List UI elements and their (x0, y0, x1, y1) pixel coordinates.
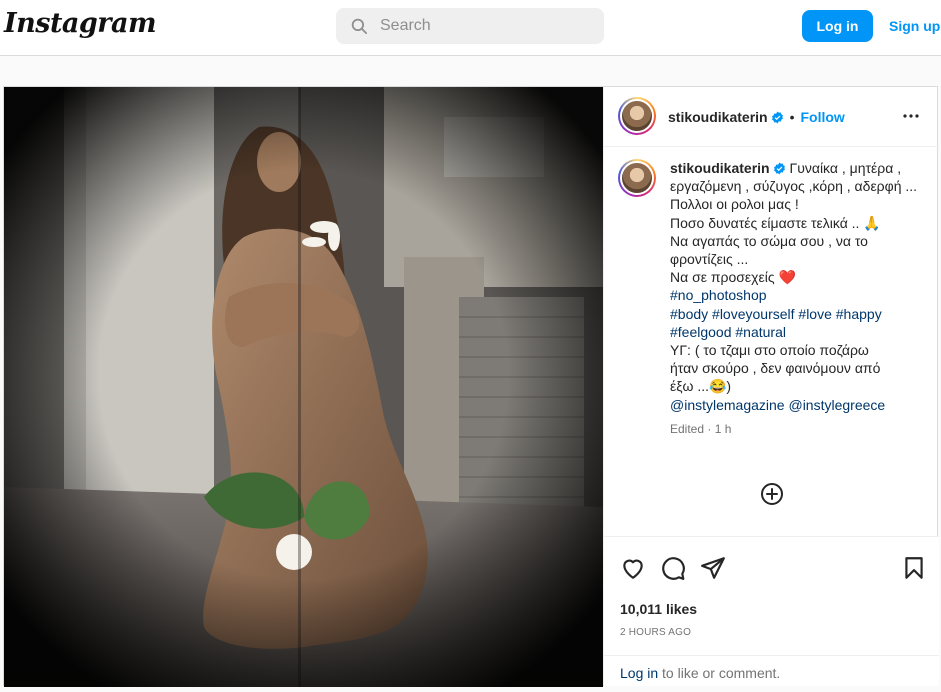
post-sidebar: stikoudikaterin • Follow stikoudikaterin Γ… (603, 87, 939, 686)
share-icon[interactable] (700, 555, 726, 581)
caption-line-text: Να σε προσεχείς (670, 269, 775, 286)
caption-line: Ποσο δυνατές είμαστε τελικά .. 🙏 (670, 214, 881, 231)
instagram-logo[interactable]: Instagram (4, 8, 157, 39)
likes-count[interactable]: 10,011 likes (620, 601, 697, 617)
post-photo (4, 87, 603, 687)
verified-badge-icon (771, 111, 783, 124)
verified-badge-icon (773, 162, 785, 175)
search-icon (351, 18, 368, 35)
follow-button[interactable]: Follow (801, 109, 845, 125)
search-box[interactable] (336, 8, 604, 44)
heart-emoji: ❤️ (778, 269, 796, 286)
caption-line: Να σε προσεχείς ❤️ (670, 268, 928, 286)
login-link[interactable]: Log in (620, 665, 658, 681)
plus-circle-icon[interactable] (760, 482, 784, 506)
post-card: stikoudikaterin • Follow stikoudikaterin Γ… (3, 86, 939, 687)
top-navigation-bar: Instagram Log in Sign up (0, 0, 941, 56)
comment-prompt-text: to like or comment. (658, 665, 781, 681)
post-time-ago[interactable]: 2 HOURS AGO (620, 627, 691, 638)
mentions-line[interactable]: @instylemagazine @instylegreece (670, 396, 928, 414)
author-username[interactable]: stikoudikaterin (668, 109, 768, 125)
header-user-row: stikoudikaterin • Follow (668, 109, 845, 127)
post-image[interactable] (4, 87, 603, 687)
caption-ps-line: ήταν σκούρο , δεν φαινόμουν από (670, 360, 881, 377)
hashtag-line[interactable]: #body #loveyourself #love #happy (670, 305, 928, 323)
signup-link[interactable]: Sign up (889, 18, 940, 34)
caption-line: Να αγαπάς το σώμα σου , να το (670, 232, 868, 249)
caption-username[interactable]: stikoudikaterin (670, 160, 770, 176)
caption-text: stikoudikaterin Γυναίκα , μητέρα , εργαζ… (670, 159, 928, 438)
heart-icon[interactable] (620, 555, 646, 581)
caption-first-paragraph: stikoudikaterin Γυναίκα , μητέρα , εργαζ… (670, 159, 928, 195)
search-input[interactable] (380, 17, 580, 35)
caption-ps-line: έξω ...😂) (670, 378, 732, 395)
hashtag-line[interactable]: #feelgood #natural (670, 323, 928, 341)
caption-line: Πολλοι οι ρολοι μας ! (670, 196, 799, 213)
caption-line: φροντίζεις ... (670, 251, 749, 268)
post-header: stikoudikaterin • Follow (604, 87, 939, 147)
post-actions: 10,011 likes 2 HOURS AGO Log in to like … (604, 536, 939, 686)
comment-login-prompt: Log in to like or comment. (604, 655, 939, 687)
comment-icon[interactable] (660, 555, 686, 581)
hashtag-line[interactable]: #no_photoshop (670, 286, 928, 304)
author-avatar[interactable] (618, 97, 656, 135)
more-horizontal-icon[interactable] (902, 109, 920, 123)
caption-avatar-image (620, 161, 654, 195)
caption-ps-line: ΥΓ: ( το τζαμι στο οποίο ποζάρω (670, 342, 869, 359)
caption-author-avatar[interactable] (618, 159, 656, 197)
header-separator: • (789, 109, 795, 125)
edited-timestamp: Edited · 1 h (670, 421, 732, 436)
avatar-image (620, 99, 654, 133)
login-button[interactable]: Log in (802, 10, 873, 42)
bookmark-icon[interactable] (901, 555, 927, 581)
